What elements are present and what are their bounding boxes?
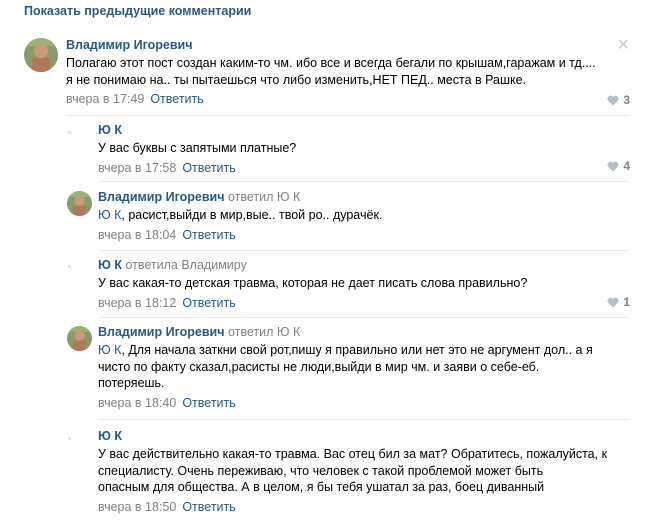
comment-meta: вчера в 18:12 Ответить [98, 296, 633, 310]
comment-text-line: чисто по факту сказал,расисты не люди,вы… [98, 359, 540, 374]
comment-author[interactable]: Владимир Игоревич [66, 38, 636, 52]
comment-meta: вчера в 18:04 Ответить [98, 228, 633, 242]
reply-button[interactable]: Ответить [182, 296, 235, 310]
like-button[interactable]: 1 [607, 295, 630, 309]
reply-button[interactable]: Ответить [182, 228, 235, 242]
comment-time[interactable]: вчера в 17:58 [98, 161, 176, 175]
reply-button[interactable]: Ответить [182, 500, 235, 514]
comment-meta: вчера в 18:40 Ответить [98, 396, 633, 410]
comment-text-line: , Для начала заткни свой рот,пишу я прав… [121, 343, 593, 357]
comment-author[interactable]: Владимир Игоревич [98, 325, 224, 339]
comment-meta: вчера в 17:49 Ответить [66, 92, 636, 106]
like-count: 3 [623, 93, 630, 107]
separator [66, 115, 630, 116]
comment: Ю К ответила Владимиру У вас какая-то де… [98, 258, 633, 310]
avatar[interactable] [67, 326, 92, 351]
comment-header: Владимир Игоревич ответил Ю К [98, 190, 633, 204]
comment: Владимир Игоревич Полагаю этот пост созд… [66, 38, 636, 106]
comment-text-line: специалисту. Очень переживаю, что челове… [98, 463, 544, 478]
comment-header: Владимир Игоревич ответил Ю К [98, 325, 633, 339]
replied-to[interactable]: ответил Ю К [228, 325, 300, 339]
comment-text-line: опасным для общества. А в целом, я бы те… [98, 480, 545, 494]
comment-text-line: У вас действительно какая-то травма. Вас… [98, 447, 608, 461]
separator [98, 181, 630, 182]
comment-author[interactable]: Ю К [98, 258, 122, 272]
reply-button[interactable]: Ответить [150, 92, 203, 106]
comment-author[interactable]: Владимир Игоревич [98, 190, 224, 204]
like-button[interactable]: 3 [607, 93, 630, 107]
separator [98, 419, 630, 420]
comment: Владимир Игоревич ответил Ю К Ю К, Для н… [98, 325, 633, 410]
comment-author[interactable]: Ю К [98, 123, 633, 137]
comment-meta: вчера в 18:50 Ответить [98, 500, 633, 514]
comment-text: Полагаю этот пост создан каким-то чм. иб… [66, 55, 636, 88]
comment: Владимир Игоревич ответил Ю К Ю К, расис… [98, 190, 633, 242]
comment-text-line: потеряешь. [98, 376, 165, 390]
separator [98, 317, 630, 318]
like-count: 4 [623, 159, 630, 173]
comment-time[interactable]: вчера в 18:12 [98, 296, 176, 310]
placeholder-avatar-dot [68, 265, 71, 268]
comment-text-line: Полагаю этот пост создан каким-то чм. иб… [66, 56, 596, 70]
comment-text: Ю К, расист,выйди в мир,вые.. твой ро.. … [98, 207, 633, 224]
heart-icon [607, 161, 619, 171]
close-icon[interactable]: ✕ [617, 38, 630, 54]
comment-text: Ю К, Для начала заткни свой рот,пишу я п… [98, 342, 633, 392]
comment-text: У вас какая-то детская травма, которая н… [98, 276, 528, 290]
comment-time[interactable]: вчера в 18:50 [98, 500, 176, 514]
replied-to[interactable]: ответила Владимиру [125, 258, 246, 272]
avatar[interactable] [24, 38, 58, 72]
reply-button[interactable]: Ответить [182, 396, 235, 410]
avatar[interactable] [67, 191, 92, 216]
comment: Ю К У вас действительно какая-то травма.… [98, 429, 633, 514]
heart-icon [607, 297, 619, 307]
mention-link[interactable]: Ю К [98, 208, 121, 222]
comment-header: Ю К ответила Владимиру [98, 258, 633, 272]
comment-author[interactable]: Ю К [98, 429, 633, 443]
comment: Ю К У вас буквы с запятыми платные? вчер… [98, 123, 633, 175]
comment-text: У вас буквы с запятыми платные? [98, 141, 297, 155]
heart-icon [607, 95, 619, 105]
comment-time[interactable]: вчера в 18:40 [98, 396, 176, 410]
like-button[interactable]: 4 [607, 159, 630, 173]
like-count: 1 [623, 295, 630, 309]
show-previous-comments-link[interactable]: Показать предыдущие комментарии [24, 4, 251, 18]
comment-meta: вчера в 17:58 Ответить [98, 161, 633, 175]
separator [98, 250, 630, 251]
reply-button[interactable]: Ответить [182, 161, 235, 175]
mention-link[interactable]: Ю К [98, 343, 121, 357]
comment-text: У вас действительно какая-то травма. Вас… [98, 446, 633, 496]
comment-time[interactable]: вчера в 17:49 [66, 92, 144, 106]
comment-text-line: я не понимаю на.. ты пытаешься что либо … [66, 72, 527, 87]
comment-time[interactable]: вчера в 18:04 [98, 228, 176, 242]
placeholder-avatar-dot [68, 437, 71, 440]
comment-text-line: , расист,выйди в мир,вые.. твой ро.. дур… [121, 208, 383, 222]
placeholder-avatar-dot [68, 131, 71, 134]
replied-to[interactable]: ответил Ю К [228, 190, 300, 204]
